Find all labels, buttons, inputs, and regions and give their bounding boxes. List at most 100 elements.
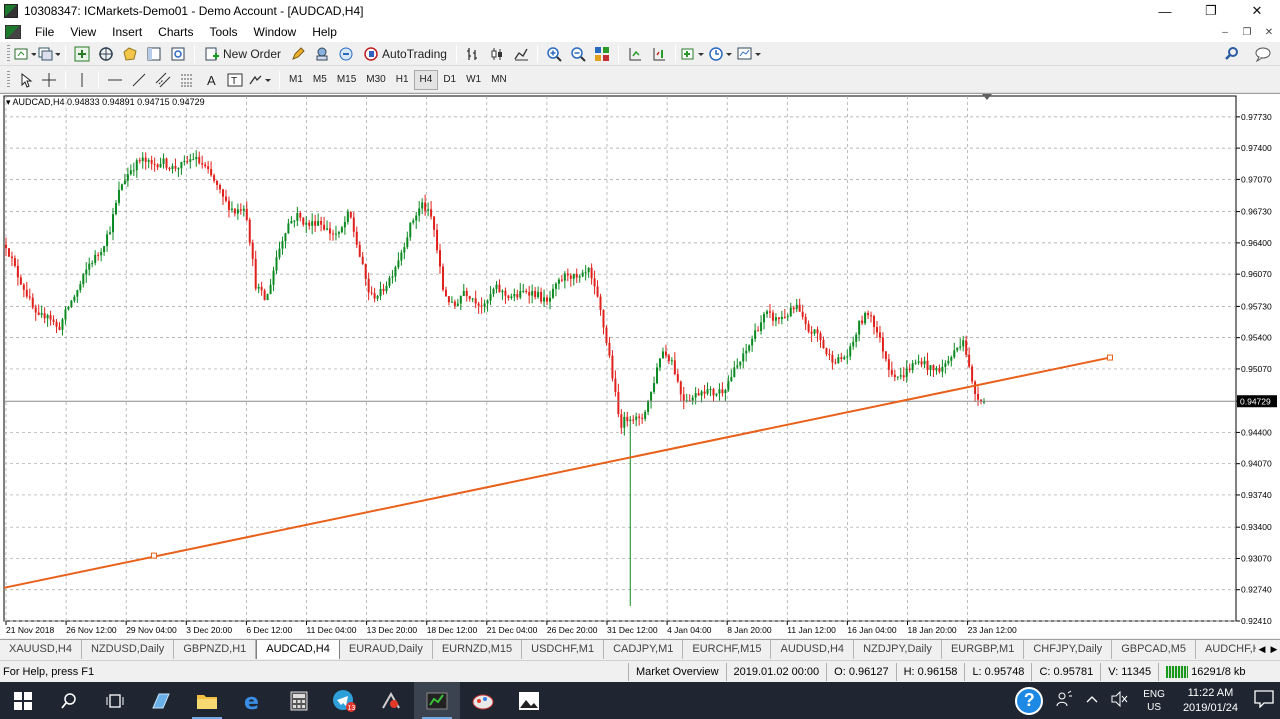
autoscroll-icon[interactable] [648, 44, 670, 64]
market-icon[interactable] [335, 44, 357, 64]
edge-browser-icon[interactable]: e [230, 682, 276, 719]
tab-scroll-arrows[interactable]: ◀ ▶ [1256, 640, 1280, 659]
restore-button[interactable]: ❐ [1188, 0, 1234, 22]
trendline-icon[interactable] [128, 70, 150, 90]
tab-scroll-right-icon[interactable]: ▶ [1271, 644, 1278, 655]
photos-app-icon[interactable] [506, 682, 552, 719]
paint-app-icon[interactable] [460, 682, 506, 719]
mdi-restore-button[interactable]: ❐ [1236, 27, 1258, 38]
chart-window[interactable]: 0.97730 0.97400 0.97070 0.96730 0.96400 0.960… [0, 93, 1280, 638]
menu-window[interactable]: Window [246, 22, 305, 42]
bar-chart-icon[interactable] [462, 44, 484, 64]
candlesticks-icon[interactable] [486, 44, 508, 64]
templates-icon[interactable] [737, 44, 763, 64]
chart-tab[interactable]: GBPNZD,H1 [174, 640, 257, 659]
crosshair-icon[interactable] [38, 70, 60, 90]
tab-scroll-left-icon[interactable]: ◀ [1259, 644, 1266, 655]
collapse-triangle-icon[interactable]: ▾ [6, 97, 11, 107]
horizontal-line-icon[interactable] [104, 70, 126, 90]
chart-tab[interactable]: NZDJPY,Daily [854, 640, 942, 659]
toolbar-grip[interactable] [7, 70, 10, 89]
new-order-button[interactable]: New Order [200, 44, 285, 64]
calculator-icon[interactable] [276, 682, 322, 719]
timeframe-w1[interactable]: W1 [461, 70, 486, 90]
timeframe-mn[interactable]: MN [486, 70, 512, 90]
documents-app-icon[interactable] [138, 682, 184, 719]
timeframe-h4[interactable]: H4 [413, 69, 439, 90]
menu-view[interactable]: View [62, 22, 104, 42]
system-clock[interactable]: 11:22 AM 2019/01/24 [1173, 686, 1248, 716]
chart-tab[interactable]: AUDCAD,H4 [256, 640, 340, 659]
timeframe-m5[interactable]: M5 [308, 70, 332, 90]
task-view-icon[interactable] [92, 682, 138, 719]
timeframe-m15[interactable]: M15 [332, 70, 361, 90]
windows-start-icon[interactable] [0, 682, 46, 719]
chart-window-icon[interactable] [5, 25, 21, 39]
tray-expand-icon[interactable] [1079, 693, 1105, 708]
profile-name[interactable]: Market Overview [628, 662, 726, 681]
forex-app-icon[interactable] [368, 682, 414, 719]
mdi-close-button[interactable]: ✕ [1258, 27, 1280, 38]
help-icon[interactable]: ? [1009, 686, 1049, 715]
search-icon[interactable] [46, 682, 92, 719]
text-icon[interactable]: A [200, 70, 222, 90]
market-watch-icon[interactable] [71, 44, 93, 64]
chat-icon[interactable] [1253, 44, 1275, 64]
volume-muted-icon[interactable] [1105, 690, 1135, 710]
chart-tab[interactable]: EURCHF,M15 [683, 640, 772, 659]
chart-tab[interactable]: EURNZD,M15 [433, 640, 523, 659]
zoom-in-icon[interactable] [543, 44, 565, 64]
menu-charts[interactable]: Charts [150, 22, 201, 42]
menu-help[interactable]: Help [304, 22, 345, 42]
new-chart-icon[interactable] [14, 44, 36, 64]
data-window-icon[interactable] [95, 44, 117, 64]
arrows-dropdown-icon[interactable] [248, 70, 274, 90]
connection-status[interactable]: 16291/8 kb [1158, 662, 1252, 681]
people-icon[interactable] [1049, 690, 1079, 711]
menu-tools[interactable]: Tools [202, 22, 246, 42]
chart-tab[interactable]: USDCHF,M1 [522, 640, 605, 659]
menu-file[interactable]: File [27, 22, 62, 42]
search-icon[interactable] [1221, 44, 1243, 64]
timeframe-h1[interactable]: H1 [391, 70, 414, 90]
profiles-icon[interactable] [38, 44, 60, 64]
periods-icon[interactable] [709, 44, 735, 64]
vertical-line-icon[interactable] [71, 70, 93, 90]
strategy-tester-icon[interactable] [167, 44, 189, 64]
signals-icon[interactable] [311, 44, 333, 64]
timeframe-m1[interactable]: M1 [284, 70, 308, 90]
metatrader-task-icon[interactable] [414, 682, 460, 719]
chart-tab[interactable]: GBPCAD,M5 [1112, 640, 1196, 659]
chart-tab[interactable]: XAUUSD,H4 [0, 640, 82, 659]
mdi-minimize-button[interactable]: – [1214, 27, 1236, 38]
timeframe-m30[interactable]: M30 [361, 70, 390, 90]
chart-tab[interactable]: EURAUD,Daily [340, 640, 433, 659]
minimize-button[interactable]: — [1142, 0, 1188, 22]
indicators-icon[interactable] [681, 44, 707, 64]
tile-windows-icon[interactable] [591, 44, 613, 64]
price-chart[interactable]: 0.97730 0.97400 0.97070 0.96730 0.96400 0.960… [0, 94, 1280, 639]
chart-tab[interactable]: NZDUSD,Daily [82, 640, 175, 659]
language-indicator[interactable]: ENG US [1135, 688, 1173, 714]
fibonacci-icon[interactable] [176, 70, 198, 90]
text-label-icon[interactable]: T [224, 70, 246, 90]
file-explorer-icon[interactable] [184, 682, 230, 719]
notifications-icon[interactable] [1248, 690, 1280, 711]
menu-insert[interactable]: Insert [104, 22, 150, 42]
zoom-out-icon[interactable] [567, 44, 589, 64]
chart-tab[interactable]: CADJPY,M1 [604, 640, 684, 659]
chart-tab[interactable]: CHFJPY,Daily [1024, 640, 1113, 659]
chart-tab[interactable]: AUDUSD,H4 [771, 640, 855, 659]
chart-shift-icon[interactable] [624, 44, 646, 64]
terminal-icon[interactable] [143, 44, 165, 64]
line-chart-icon[interactable] [510, 44, 532, 64]
navigator-icon[interactable] [119, 44, 141, 64]
toolbar-grip[interactable] [7, 44, 10, 63]
autotrading-button[interactable]: AutoTrading [359, 44, 451, 64]
equidistant-channel-icon[interactable] [152, 70, 174, 90]
telegram-icon[interactable]: 13 [322, 682, 368, 719]
metaeditor-icon[interactable] [287, 44, 309, 64]
chart-tab[interactable]: EURGBP,M1 [942, 640, 1025, 659]
close-button[interactable]: ✕ [1234, 0, 1280, 22]
cursor-icon[interactable] [14, 70, 36, 90]
